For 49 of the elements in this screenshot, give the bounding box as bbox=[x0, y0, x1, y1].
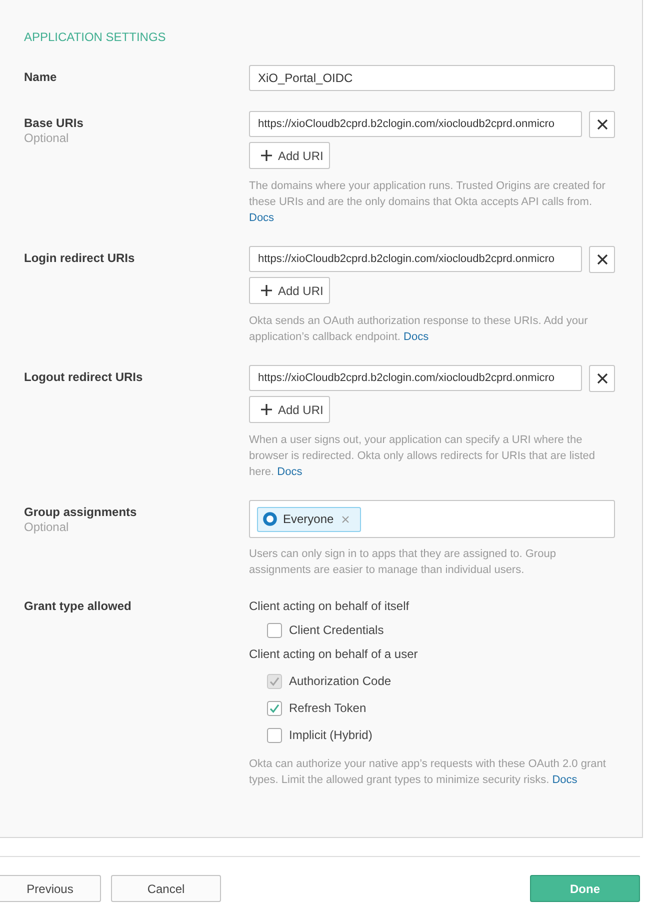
close-icon bbox=[596, 373, 608, 384]
name-field[interactable]: XiO_Portal_OIDC bbox=[249, 65, 615, 91]
docs-link[interactable]: Docs bbox=[552, 774, 578, 786]
previous-button[interactable]: Previous bbox=[0, 875, 101, 902]
close-icon[interactable] bbox=[342, 516, 349, 522]
close-icon bbox=[596, 119, 608, 130]
help-text: The domains where your application runs. Trusted Origins are created for these URIs and are the only domains that Okta accepts API calls from. Docs bbox=[249, 179, 606, 226]
field-label: Base URIs bbox=[24, 115, 84, 131]
add-uri-button[interactable]: Add URI bbox=[249, 142, 330, 169]
group-tag[interactable]: Everyone bbox=[257, 506, 361, 532]
field-label: Grant type allowed bbox=[24, 598, 132, 614]
docs-link[interactable]: Docs bbox=[404, 331, 429, 343]
field-label: Group assignments bbox=[24, 504, 138, 520]
checkbox-label: Implicit (Hybrid) bbox=[289, 727, 372, 743]
remove-button[interactable] bbox=[589, 246, 615, 273]
checkbox-label: Authorization Code bbox=[289, 673, 392, 689]
plus-icon bbox=[261, 150, 272, 161]
remove-button[interactable] bbox=[589, 365, 615, 392]
checkbox[interactable] bbox=[267, 700, 282, 716]
remove-button[interactable] bbox=[589, 111, 615, 138]
plus-icon bbox=[261, 404, 272, 415]
field-label: Login redirect URIs bbox=[24, 250, 136, 266]
add-uri-button[interactable]: Add URI bbox=[249, 396, 330, 423]
plus-icon bbox=[261, 285, 272, 296]
help-text: Okta can authorize your native app’s requests with these OAuth 2.0 grant types. Limit the allowed grant types to minimize security risks. Docs bbox=[249, 757, 607, 788]
docs-link[interactable]: Docs bbox=[249, 212, 274, 224]
help-text: Okta sends an OAuth authorization response to these URIs. Add your application’s callback endpoint. Docs bbox=[249, 314, 589, 345]
optional-note: Optional bbox=[24, 520, 70, 535]
uri-field[interactable]: https://xioCloudb2cprd.b2clogin.com/xiocloudb2cprd.onmicro bbox=[249, 246, 582, 272]
grant-group-heading: Client acting on behalf of a user bbox=[249, 646, 418, 662]
docs-link[interactable]: Docs bbox=[277, 466, 302, 478]
uri-field[interactable]: https://xioCloudb2cprd.b2clogin.com/xiocloudb2cprd.onmicro bbox=[249, 111, 582, 137]
add-uri-button[interactable]: Add URI bbox=[249, 277, 330, 304]
help-text: When a user signs out, your application can specify a URI where the browser is redirected. Okta only allows redirects for URIs that are listed here. Docs bbox=[249, 433, 596, 480]
close-icon bbox=[596, 254, 608, 265]
section-heading: APPLICATION SETTINGS bbox=[24, 29, 167, 45]
cancel-button[interactable]: Cancel bbox=[111, 875, 221, 902]
field-label: Logout redirect URIs bbox=[24, 369, 144, 385]
uri-field[interactable]: https://xioCloudb2cprd.b2clogin.com/xiocloudb2cprd.onmicro bbox=[249, 365, 582, 391]
checkbox-label: Refresh Token bbox=[289, 700, 366, 716]
ring-icon bbox=[263, 512, 277, 526]
help-text: Users can only sign in to apps that they are assigned to. Group assignments are easier to manage than individual users. bbox=[249, 547, 557, 578]
optional-note: Optional bbox=[24, 131, 70, 146]
checkbox[interactable] bbox=[267, 728, 282, 742]
checkbox-label: Client Credentials bbox=[289, 622, 384, 638]
field-label: Name bbox=[24, 69, 58, 85]
checkbox[interactable] bbox=[267, 622, 282, 638]
group-field[interactable]: Everyone bbox=[249, 500, 615, 538]
grant-group-heading: Client acting on behalf of itself bbox=[249, 598, 410, 614]
